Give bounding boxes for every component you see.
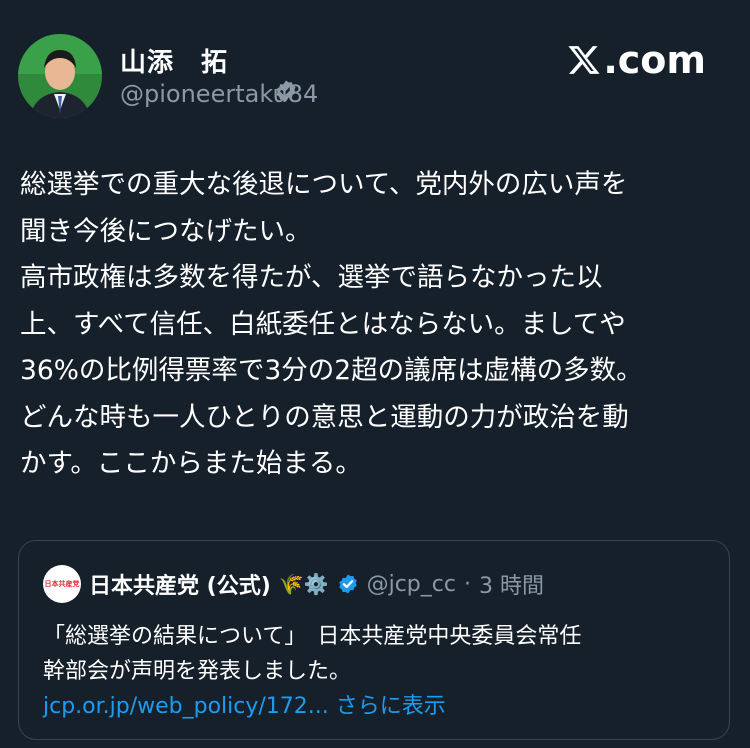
- x-logo-icon: [568, 46, 600, 74]
- author-name[interactable]: 山添 拓: [120, 42, 228, 79]
- quoted-tweet-card[interactable]: 日本共産党 日本共産党 (公式) 🌾⚙️ @jcp_cc · 3 時間 「総選挙…: [18, 540, 730, 740]
- x-com-brand: .com: [567, 38, 706, 82]
- show-more-link[interactable]: さらに表示: [336, 694, 446, 719]
- quoted-tweet-link[interactable]: jcp.or.jp/web_policy/172...: [43, 694, 329, 719]
- author-display-name-row[interactable]: 山添 拓: [120, 42, 296, 101]
- quoted-tweet-body: 「総選挙の結果について」 日本共産党中央委員会常任 幹部会が声明を発表しました。…: [43, 619, 723, 724]
- author-handle[interactable]: @pioneertaku84: [120, 80, 318, 108]
- jcp-logo-text: 日本共産党: [44, 580, 80, 588]
- tweet-text: 総選挙での重大な後退について、党内外の広い声を 聞き今後につなげたい。 高市政権…: [20, 162, 720, 488]
- quoted-author-name[interactable]: 日本共産党 (公式): [89, 568, 271, 600]
- tweet-line: 36%の比例得票率で3分の2超の議席は虚構の多数。: [20, 355, 643, 386]
- quoted-tweet-timestamp[interactable]: 3 時間: [479, 568, 544, 600]
- tweet-line: かす。ここからまた始まる。: [20, 448, 362, 479]
- tweet-line: 高市政権は多数を得たが、選挙で語らなかった以: [20, 262, 603, 293]
- quoted-tweet-header: 日本共産党 日本共産党 (公式) 🌾⚙️ @jcp_cc · 3 時間: [43, 565, 544, 603]
- tweet-line: 聞き今後につなげたい。: [20, 215, 312, 247]
- author-avatar[interactable]: [18, 34, 102, 118]
- quoted-author-avatar[interactable]: 日本共産党: [43, 565, 81, 603]
- tweet-line: 上、すべて信任、白紙委任とはならない。ましてや: [20, 308, 626, 340]
- quoted-body-line: 「総選挙の結果について」 日本共産党中央委員会常任: [43, 624, 582, 649]
- header-separator: ·: [463, 571, 471, 597]
- avatar-image: [18, 34, 102, 118]
- quoted-body-line: 幹部会が声明を発表しました。: [43, 659, 352, 684]
- rice-gear-emoji-icons: 🌾⚙️: [278, 572, 329, 596]
- quoted-author-handle[interactable]: @jcp_cc: [367, 572, 456, 597]
- quoted-body-link-line: jcp.or.jp/web_policy/172... さらに表示: [43, 689, 723, 724]
- verified-badge-icon: [337, 573, 359, 595]
- verified-badge-icon: [234, 49, 296, 101]
- tweet-line: 総選挙での重大な後退について、党内外の広い声を: [20, 169, 628, 200]
- brand-domain-label: .com: [603, 38, 706, 82]
- tweet-line: どんな時も一人ひとりの意思と運動の力が政治を動: [20, 401, 629, 433]
